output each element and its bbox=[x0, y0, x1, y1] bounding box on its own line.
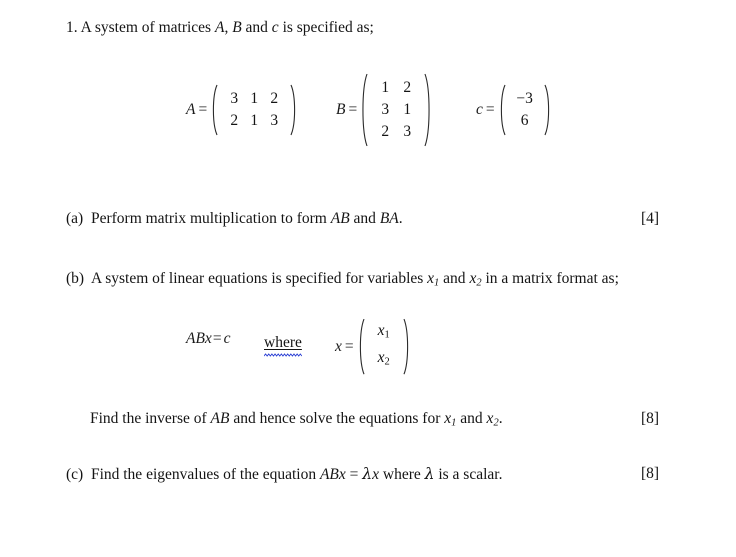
matrix-a-cell: 3 bbox=[230, 90, 239, 107]
vector-x-equals: = bbox=[344, 337, 354, 355]
matrix-label-b-inline: B bbox=[232, 19, 242, 36]
part-b-marker: (b) bbox=[66, 270, 85, 287]
part-b-equation: ABx = c bbox=[186, 330, 230, 348]
part-c-text-2: where bbox=[379, 466, 425, 483]
lambda-symbol: λ bbox=[362, 465, 373, 483]
where-keyword: where bbox=[264, 334, 302, 357]
matrix-definition-c: c = −3 6 bbox=[476, 84, 553, 136]
part-b-text-3: in a matrix format as; bbox=[481, 270, 619, 287]
matrix-a-cell: 1 bbox=[250, 112, 259, 129]
part-c-math-abx: ABx bbox=[319, 466, 346, 483]
part-a-math-ba: BA bbox=[379, 210, 399, 227]
part-a-text-2: and bbox=[349, 210, 380, 227]
matrix-b-bracket: 1 2 3 1 2 3 bbox=[359, 73, 433, 147]
vector-x-cell: x1 bbox=[377, 322, 390, 341]
where-keyword-wrapper: where bbox=[264, 333, 302, 357]
right-paren-icon bbox=[544, 84, 553, 136]
matrix-b-cell: 1 bbox=[381, 79, 390, 96]
matrix-b-label: B bbox=[336, 101, 346, 118]
vector-x-definition: x = x1 x2 bbox=[335, 318, 412, 375]
part-c-equals: = bbox=[345, 466, 363, 483]
question-stem: 1. A system of matrices A, B and c is sp… bbox=[66, 18, 374, 38]
vector-x-grid: x1 x2 bbox=[365, 318, 403, 375]
part-c-text-1: Find the eigenvalues of the equation bbox=[90, 466, 320, 483]
question-stem-sep-2: and bbox=[241, 19, 272, 36]
matrix-c-equals: = bbox=[485, 101, 495, 118]
matrix-b-cell: 2 bbox=[381, 123, 390, 140]
matrix-a-grid: 3 1 2 2 1 3 bbox=[218, 86, 290, 134]
followup-math-ab: AB bbox=[210, 410, 230, 427]
matrix-label-c-inline: c bbox=[271, 19, 279, 36]
matrix-c-cell: 6 bbox=[520, 112, 529, 129]
matrix-b-cell: 3 bbox=[381, 101, 390, 118]
part-a-text: (a) Perform matrix multiplication to for… bbox=[66, 209, 403, 229]
matrix-c-label: c bbox=[476, 101, 483, 118]
variable-x2: x2 bbox=[469, 270, 482, 289]
followup-text-4: . bbox=[498, 410, 503, 427]
followup-text-2: and hence solve the equations for bbox=[229, 410, 445, 427]
part-a-marks: [4] bbox=[641, 210, 660, 227]
left-paren-icon bbox=[497, 84, 506, 136]
part-b-marks: [8] bbox=[641, 410, 660, 427]
matrix-a-equals: = bbox=[198, 101, 208, 118]
part-b-text-2: and bbox=[439, 270, 470, 287]
right-paren-icon bbox=[424, 73, 433, 147]
variable-x2: x2 bbox=[486, 410, 499, 429]
equation-rhs: c bbox=[223, 330, 231, 347]
matrix-a-bracket: 3 1 2 2 1 3 bbox=[209, 84, 299, 136]
part-c-text: (c) Find the eigenvalues of the equation… bbox=[66, 464, 502, 485]
equation-lhs: ABx bbox=[186, 330, 212, 347]
matrix-b-equals: = bbox=[348, 101, 358, 118]
part-a-marker: (a) bbox=[66, 210, 84, 227]
spellcheck-squiggle-icon bbox=[264, 353, 302, 357]
question-number: 1. bbox=[66, 19, 78, 36]
equation-equals: = bbox=[212, 330, 222, 347]
matrix-a-cell: 3 bbox=[270, 112, 279, 129]
right-paren-icon bbox=[403, 318, 412, 375]
part-b-text-1: A system of linear equations is specifie… bbox=[90, 270, 428, 287]
vector-x-label: x bbox=[335, 337, 342, 355]
part-a-text-3: . bbox=[398, 210, 403, 227]
part-c-math-x: x bbox=[372, 466, 379, 483]
left-paren-icon bbox=[209, 84, 218, 136]
question-stem-text-1: A system of matrices bbox=[80, 19, 215, 36]
matrix-b-grid: 1 2 3 1 2 3 bbox=[368, 75, 424, 145]
matrix-c-bracket: −3 6 bbox=[497, 84, 553, 136]
document-page: 1. A system of matrices A, B and c is sp… bbox=[0, 0, 736, 557]
left-paren-icon bbox=[359, 73, 368, 147]
vector-x-cell: x2 bbox=[377, 348, 390, 368]
part-b-text: (b) A system of linear equations is spec… bbox=[66, 269, 619, 293]
part-c-marks: [8] bbox=[641, 465, 660, 482]
part-c-text-3: is a scalar. bbox=[434, 466, 503, 483]
matrix-definition-a: A = 3 1 2 2 1 3 bbox=[186, 84, 299, 136]
variable-x1: x1 bbox=[444, 410, 457, 429]
part-a-math-ab: AB bbox=[330, 210, 350, 227]
matrix-b-cell: 1 bbox=[403, 101, 412, 118]
matrix-c-cell: −3 bbox=[516, 90, 533, 107]
right-paren-icon bbox=[290, 84, 299, 136]
part-c-marker: (c) bbox=[66, 466, 84, 483]
matrix-c-grid: −3 6 bbox=[506, 86, 544, 134]
matrix-b-cell: 2 bbox=[403, 79, 412, 96]
left-paren-icon bbox=[356, 318, 365, 375]
matrix-b-cell: 3 bbox=[403, 123, 412, 140]
matrix-definition-b: B = 1 2 3 1 2 3 bbox=[336, 73, 433, 147]
followup-text-1: Find the inverse of bbox=[90, 410, 211, 427]
variable-x1: x1 bbox=[427, 270, 440, 289]
matrix-a-label: A bbox=[186, 101, 196, 118]
part-b-followup-text: Find the inverse of AB and hence solve t… bbox=[90, 409, 503, 433]
followup-text-3: and bbox=[456, 410, 487, 427]
vector-x-bracket: x1 x2 bbox=[356, 318, 412, 375]
matrix-a-cell: 2 bbox=[270, 90, 279, 107]
part-a-text-1: Perform matrix multiplication to form bbox=[90, 210, 331, 227]
matrix-a-cell: 1 bbox=[250, 90, 259, 107]
matrix-a-cell: 2 bbox=[230, 112, 239, 129]
lambda-symbol: λ bbox=[424, 465, 435, 483]
question-stem-text-2: is specified as; bbox=[278, 19, 374, 36]
